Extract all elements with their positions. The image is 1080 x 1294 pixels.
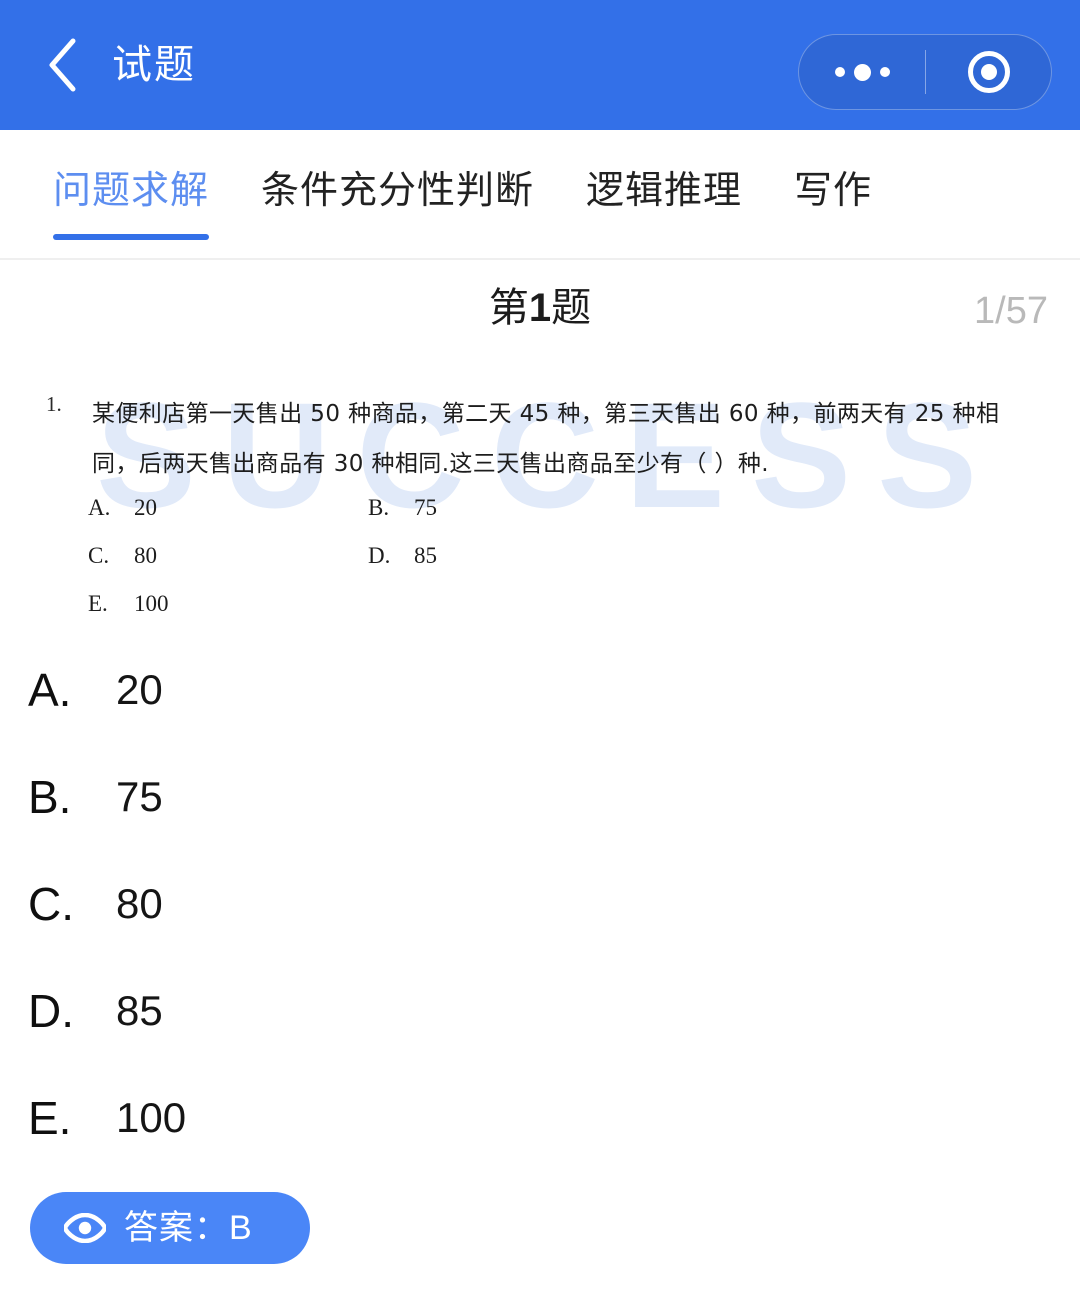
close-miniprogram-button[interactable] <box>926 35 1051 109</box>
question-number: 1 <box>528 286 552 330</box>
answer-option-value: 85 <box>116 986 163 1034</box>
tab-problem-solving[interactable]: 问题求解 <box>53 148 210 240</box>
tab-logical-reasoning[interactable]: 逻辑推理 <box>586 148 742 240</box>
tab-writing[interactable]: 写作 <box>794 148 872 240</box>
answer-option-label: C. <box>28 877 74 930</box>
more-dots-icon <box>879 67 890 77</box>
option-label: A. <box>88 495 111 520</box>
answer-option-d[interactable]: D. 85 <box>0 957 1080 1064</box>
eye-icon <box>64 1213 106 1243</box>
option-value: 80 <box>134 543 157 568</box>
back-button[interactable] <box>26 29 98 101</box>
option-label: D. <box>368 543 391 568</box>
question-title-suffix: 题 <box>551 286 592 330</box>
answer-option-b[interactable]: B. 75 <box>0 743 1080 850</box>
answer-option-label: B. <box>28 770 72 823</box>
question-image-option-row: C. 80 D. 85 <box>88 532 648 580</box>
more-dots-icon <box>834 67 845 77</box>
question-counter: 1/57 <box>974 290 1048 332</box>
question-image-option-row: A. 20 B. 75 <box>88 484 648 532</box>
target-circle-icon <box>967 51 1010 93</box>
question-image-option-row: E. 100 <box>88 580 648 622</box>
question-image-option-e: E. 100 <box>88 591 458 617</box>
answer-option-label: E. <box>28 1091 72 1144</box>
option-value: 20 <box>134 495 157 520</box>
question-image-option-b: B. 75 <box>368 495 648 521</box>
question-image: SUCCESS 1. 某便利店第一天售出 50 种商品，第二天 45 种，第三天… <box>0 372 1080 622</box>
answer-options-list: A. 20 B. 75 C. 80 D. 85 E. 100 <box>0 636 1080 1171</box>
option-value: 85 <box>414 543 437 568</box>
answer-option-value: 100 <box>116 1093 187 1141</box>
tab-data-sufficiency[interactable]: 条件充分性判断 <box>261 148 534 240</box>
chevron-left-icon <box>45 37 79 93</box>
answer-option-label: D. <box>28 984 74 1037</box>
option-value: 100 <box>134 591 169 616</box>
answer-option-value: 75 <box>116 772 163 820</box>
option-label: E. <box>88 591 108 616</box>
answer-option-label: A. <box>28 663 72 716</box>
page-title: 试题 <box>112 43 196 87</box>
more-dots-icon <box>853 63 871 81</box>
question-header: 第1题 1/57 <box>0 262 1080 352</box>
answer-option-c[interactable]: C. 80 <box>0 850 1080 957</box>
navbar: 试题 <box>0 0 1080 130</box>
answer-option-e[interactable]: E. 100 <box>0 1064 1080 1171</box>
more-menu-button[interactable] <box>799 35 925 109</box>
show-answer-button[interactable]: 答案：B <box>30 1192 310 1264</box>
question-title: 第1题 <box>0 288 1080 328</box>
question-image-option-a: A. 20 <box>88 495 368 521</box>
answer-option-value: 80 <box>116 879 163 927</box>
question-image-text: 某便利店第一天售出 50 种商品，第二天 45 种，第三天售出 60 种，前两天… <box>92 401 1000 477</box>
question-image-options: A. 20 B. 75 C. 80 D. 85 E. 100 <box>88 484 648 622</box>
question-image-option-d: D. 85 <box>368 543 648 569</box>
target-core <box>980 64 997 80</box>
option-label: B. <box>368 495 390 520</box>
exam-question-screen: 试题 问题求解 条件充分性判断 逻辑推理 写作 第1题 1/57 SUCCESS <box>0 0 1080 1294</box>
miniprogram-capsule <box>798 34 1052 110</box>
question-title-prefix: 第 <box>488 286 529 330</box>
answer-option-value: 20 <box>116 665 163 713</box>
question-image-number: 1. <box>46 392 62 416</box>
show-answer-label: 答案：B <box>124 1209 253 1247</box>
question-image-option-c: C. 80 <box>88 543 368 569</box>
section-tabbar: 问题求解 条件充分性判断 逻辑推理 写作 <box>0 130 1080 260</box>
answer-option-a[interactable]: A. 20 <box>0 636 1080 743</box>
option-value: 75 <box>414 495 437 520</box>
option-label: C. <box>88 543 110 568</box>
